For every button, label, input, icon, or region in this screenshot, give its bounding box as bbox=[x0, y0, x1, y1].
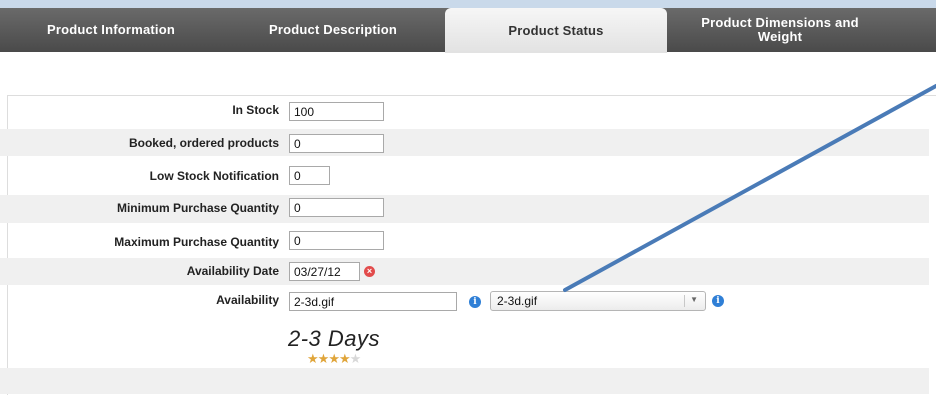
annotation-arrow bbox=[563, 84, 936, 292]
